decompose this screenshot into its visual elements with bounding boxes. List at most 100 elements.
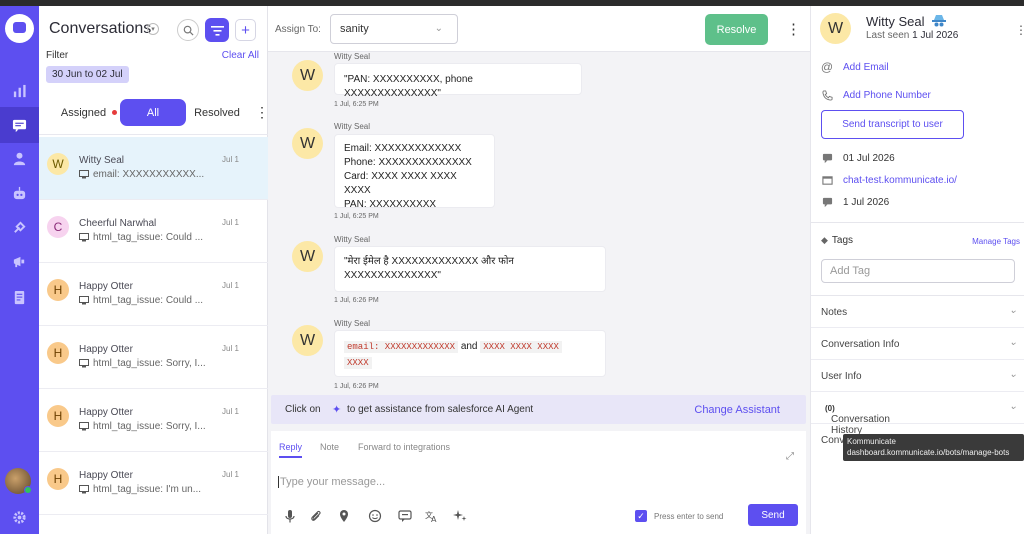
user-info-section[interactable]: User Info ⌄ (811, 360, 1024, 392)
conversation-list-item[interactable]: C Cheerful Narwhal Jul 1 html_tag_issue: Co… (39, 200, 268, 263)
clear-all-link[interactable]: Clear All (222, 50, 259, 61)
code-snippet: XXXX XXXX XXXX (480, 341, 562, 353)
quick-reply-icon[interactable] (398, 509, 412, 523)
message-line: Card: XXXX XXXX XXXX XXXX (344, 171, 457, 196)
resolve-button[interactable]: Resolve (705, 14, 768, 45)
conversation-avatar: W (47, 153, 69, 175)
history-count: (0) (825, 404, 835, 413)
add-phone-row[interactable]: Add Phone Number (821, 89, 931, 101)
conversation-time: Jul 1 (222, 470, 239, 479)
conversation-preview: html_tag_issue: Sorry, I... (79, 421, 206, 432)
contact-avatar: W (820, 13, 851, 44)
conversation-name: Cheerful Narwhal (79, 218, 157, 229)
change-assistant-link[interactable]: Change Assistant (694, 404, 780, 416)
new-conversation-button[interactable]: + (235, 19, 256, 41)
campaigns-icon[interactable] (10, 252, 29, 271)
conversation-time: Jul 1 (222, 281, 239, 290)
manage-tags-link[interactable]: Manage Tags (972, 237, 1020, 246)
message-bubble: "PAN: XXXXXXXXXX, phone XXXXXXXXXXXXXX" (334, 63, 582, 99)
user-avatar[interactable] (5, 468, 32, 494)
send-button[interactable]: Send (748, 504, 798, 526)
conversation-tabs: Assigned All Resolved ⋮ (39, 98, 269, 126)
press-enter-checkbox[interactable]: ✓ (635, 510, 647, 522)
conversation-avatar: C (47, 216, 69, 238)
chevron-down-icon: ⌄ (1009, 337, 1018, 348)
bot-icon[interactable] (10, 184, 29, 203)
assistant-prefix: Click on (285, 404, 321, 415)
add-email-row[interactable]: @ Add Email (821, 60, 889, 74)
notes-section[interactable]: Notes ⌄ (811, 296, 1024, 328)
emoji-icon[interactable] (368, 509, 382, 523)
search-button[interactable] (177, 19, 199, 41)
assignee-select[interactable]: sanity ⌄ (330, 14, 458, 44)
attachment-icon[interactable] (309, 509, 323, 523)
analytics-icon[interactable] (10, 82, 29, 101)
tab-resolved[interactable]: Resolved (191, 99, 243, 126)
conversation-history-section[interactable]: Conversation History (0) ⌄ (811, 392, 1024, 436)
integrations-icon[interactable] (10, 218, 29, 237)
chevron-down-icon[interactable]: ▾ (147, 23, 159, 35)
message-bubble: email: XXXXXXXXXXXXX and XXXX XXXX XXXX … (334, 330, 606, 377)
location-pin-icon[interactable] (337, 509, 351, 523)
contacts-icon[interactable] (10, 149, 29, 168)
message-composer: Reply Note Forward to integrations ⤢ Typ… (271, 431, 806, 534)
microphone-icon[interactable] (283, 509, 297, 523)
divider (811, 222, 1024, 223)
tab-assigned[interactable]: Assigned (59, 99, 119, 126)
conversation-list-item[interactable]: W Witty Seal Jul 1 email: XXXXXXXXXXX... (39, 137, 268, 200)
more-options-icon[interactable]: ⋮ (255, 104, 269, 121)
conversations-icon[interactable] (0, 107, 39, 143)
tab-all[interactable]: All (120, 99, 186, 126)
conversation-list-item[interactable]: H Happy Otter Jul 1 html_tag_issue: Sorry, … (39, 326, 268, 389)
date-range-chip[interactable]: 30 Jun to 02 Jul (46, 66, 129, 83)
tab-reply[interactable]: Reply (279, 442, 303, 458)
add-email-link[interactable]: Add Email (843, 62, 889, 73)
tooltip-title: Kommunicate (847, 437, 896, 446)
code-snippet: XXXX (344, 357, 372, 369)
message-line: PAN: XXXXXXXXXX (344, 199, 437, 210)
conversation-info-section[interactable]: Conversation Info ⌄ (811, 328, 1024, 360)
translate-icon[interactable]: 文A (425, 509, 439, 523)
assignee-value: sanity (340, 23, 369, 35)
conversation-list-item[interactable]: H Happy Otter Jul 1 html_tag_issue: I'm un.… (39, 452, 268, 515)
tab-forward-integrations[interactable]: Forward to integrations (358, 442, 450, 452)
spy-hat-icon (932, 15, 946, 27)
message-text: and (460, 341, 478, 352)
logo-icon[interactable] (5, 14, 34, 43)
conversation-list-item[interactable]: H Happy Otter Jul 1 html_tag_issue: Sorry, … (39, 389, 268, 452)
preview-text: html_tag_issue: I'm un... (93, 484, 202, 495)
assign-to-label: Assign To: (275, 24, 321, 35)
conversation-time: Jul 1 (222, 407, 239, 416)
ai-sparkle-icon[interactable]: ✦ (332, 403, 341, 416)
source-url-link[interactable]: chat-test.kommunicate.io/ (843, 175, 957, 186)
conversation-list-item[interactable]: H Happy Otter Jul 1 html_tag_issue: Could .… (39, 263, 268, 326)
reports-icon[interactable] (10, 288, 29, 307)
expand-icon[interactable]: ⤢ (786, 451, 794, 462)
conversation-name: Witty Seal (79, 155, 125, 166)
notes-label: Notes (821, 307, 848, 318)
filter-button[interactable] (205, 18, 229, 42)
press-enter-label: Press enter to send (654, 512, 724, 521)
conversations-title: Conversations (49, 20, 152, 37)
sender-name: Witty Seal (334, 52, 371, 61)
chevron-down-icon: ⌄ (1009, 369, 1018, 380)
conv-truncated-label: Conv (821, 435, 845, 446)
monitor-icon (79, 170, 89, 179)
ai-sparkle-icon[interactable] (453, 509, 467, 523)
search-icon (183, 25, 194, 36)
last-message-date: 1 Jul 2026 (843, 196, 890, 208)
message-line: XXXXXXXXXXXXXX" (344, 270, 441, 281)
send-transcript-button[interactable]: Send transcript to user (821, 110, 964, 139)
settings-gear-icon[interactable] (10, 508, 29, 527)
add-tag-input[interactable]: Add Tag (821, 259, 1015, 283)
more-options-icon[interactable]: ⋮ (786, 20, 801, 38)
conversation-avatar: H (47, 279, 69, 301)
more-options-icon[interactable]: ⋮ (1015, 23, 1024, 37)
message-input[interactable]: Type your message... (278, 476, 385, 488)
add-phone-link[interactable]: Add Phone Number (843, 90, 931, 101)
tab-note[interactable]: Note (320, 442, 339, 452)
code-snippet: email: XXXXXXXXXXXXX (344, 341, 459, 353)
conversation-time: Jul 1 (222, 344, 239, 353)
conversation-preview: email: XXXXXXXXXXX... (79, 169, 204, 180)
filter-icon (210, 25, 224, 36)
